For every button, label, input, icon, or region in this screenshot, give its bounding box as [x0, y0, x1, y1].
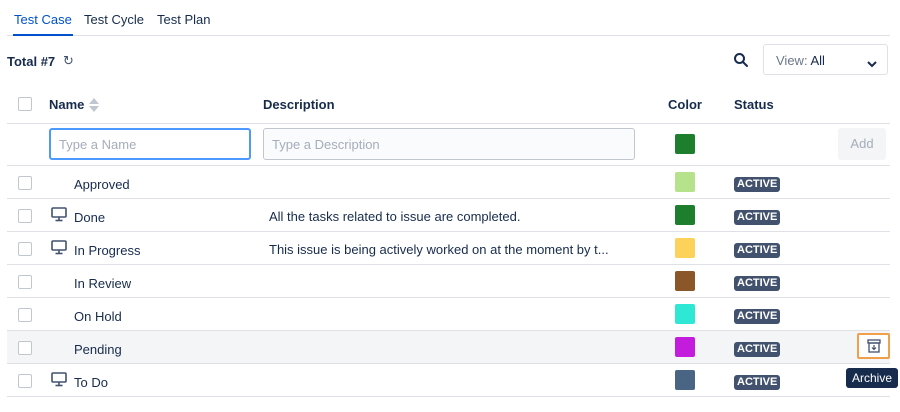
color-swatch[interactable]: [675, 271, 695, 291]
table-row[interactable]: In Progress This issue is being actively …: [7, 232, 890, 265]
status-badge: ACTIVE: [734, 375, 781, 390]
total-count: Total #7: [7, 54, 56, 69]
column-header-description: Description: [263, 97, 335, 112]
row-checkbox[interactable]: [18, 176, 32, 190]
row-checkbox[interactable]: [18, 308, 32, 322]
row-name[interactable]: Pending: [74, 342, 122, 357]
status-badge: ACTIVE: [734, 342, 781, 357]
status-badge: ACTIVE: [734, 177, 781, 192]
monitor-icon: [51, 239, 67, 258]
color-swatch[interactable]: [675, 205, 695, 225]
row-name[interactable]: Done: [74, 210, 105, 225]
row-checkbox[interactable]: [18, 341, 32, 355]
column-header-color: Color: [668, 97, 702, 112]
tab-bar: Test Case Test Cycle Test Plan: [7, 0, 890, 36]
row-name[interactable]: To Do: [74, 375, 108, 390]
color-swatch[interactable]: [675, 172, 695, 192]
select-all-checkbox[interactable]: [18, 97, 32, 111]
color-swatch[interactable]: [675, 238, 695, 258]
sort-icon[interactable]: [88, 97, 100, 116]
row-description: This issue is being actively worked on a…: [269, 242, 609, 257]
status-badge: ACTIVE: [734, 210, 781, 225]
row-name[interactable]: On Hold: [74, 309, 122, 324]
column-header-status: Status: [734, 97, 774, 112]
row-checkbox[interactable]: [18, 275, 32, 289]
tab-test-plan[interactable]: Test Plan: [157, 12, 210, 36]
color-swatch[interactable]: [675, 304, 695, 324]
status-badge: ACTIVE: [734, 243, 781, 258]
status-badge: ACTIVE: [734, 276, 781, 291]
tab-test-case[interactable]: Test Case: [13, 12, 73, 36]
add-button[interactable]: Add: [838, 128, 886, 160]
row-checkbox[interactable]: [18, 374, 32, 388]
table-row[interactable]: In Review ACTIVE: [7, 265, 890, 298]
search-icon[interactable]: [733, 52, 751, 70]
monitor-icon: [51, 206, 67, 225]
table-row[interactable]: On Hold ACTIVE: [7, 298, 890, 331]
table-row[interactable]: To Do ACTIVE: [7, 364, 890, 397]
archive-tooltip: Archive: [846, 368, 899, 388]
color-swatch[interactable]: [675, 370, 695, 390]
view-prefix: View:: [776, 53, 811, 68]
archive-icon: [867, 339, 881, 353]
new-name-input[interactable]: [49, 128, 251, 160]
color-swatch[interactable]: [675, 337, 695, 357]
row-name[interactable]: In Progress: [74, 243, 140, 258]
row-description: All the tasks related to issue are compl…: [269, 209, 521, 224]
row-name[interactable]: Approved: [74, 177, 130, 192]
table-row[interactable]: Pending ACTIVE: [7, 331, 890, 364]
table-row[interactable]: Done All the tasks related to issue are c…: [7, 199, 890, 232]
archive-button[interactable]: [857, 333, 890, 359]
new-description-input[interactable]: [263, 128, 635, 160]
chevron-down-icon: [867, 56, 877, 71]
row-name[interactable]: In Review: [74, 276, 131, 291]
monitor-icon: [51, 371, 67, 390]
refresh-icon[interactable]: ↻: [63, 53, 74, 69]
row-checkbox[interactable]: [18, 209, 32, 223]
view-filter-select[interactable]: View: All: [763, 44, 888, 75]
view-value: All: [810, 53, 825, 68]
row-checkbox[interactable]: [18, 242, 32, 256]
new-color-picker[interactable]: [675, 134, 695, 154]
table-row[interactable]: Approved ACTIVE: [7, 166, 890, 199]
tab-test-cycle[interactable]: Test Cycle: [84, 12, 144, 36]
status-badge: ACTIVE: [734, 309, 781, 324]
column-header-name[interactable]: Name: [49, 97, 84, 112]
header-divider: [7, 123, 890, 124]
